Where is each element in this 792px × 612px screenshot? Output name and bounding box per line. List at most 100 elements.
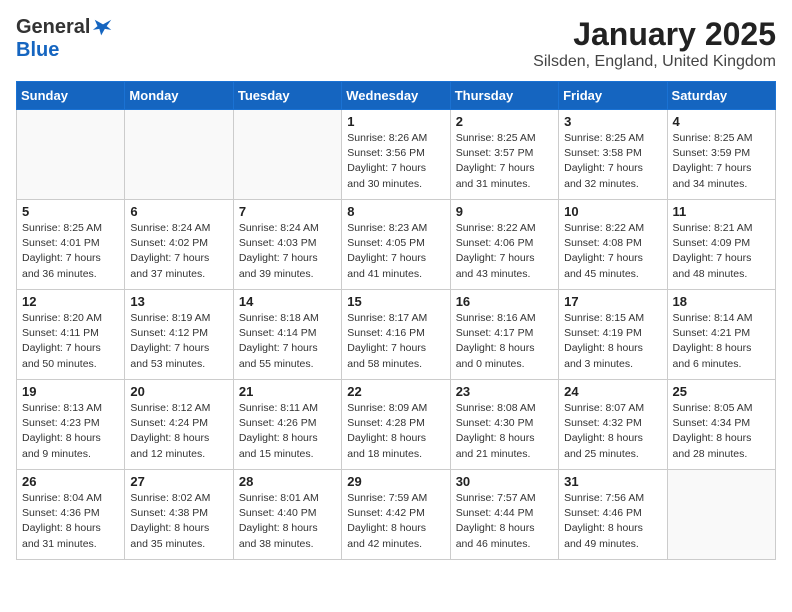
- calendar-cell: 19 Sunrise: 8:13 AMSunset: 4:23 PMDayligh…: [17, 380, 125, 470]
- calendar-cell: 9 Sunrise: 8:22 AMSunset: 4:06 PMDaylight…: [450, 200, 558, 290]
- calendar-cell: [667, 470, 775, 560]
- day-info: Sunrise: 7:57 AMSunset: 4:44 PMDaylight:…: [456, 491, 553, 552]
- day-info: Sunrise: 8:25 AMSunset: 3:57 PMDaylight:…: [456, 131, 553, 192]
- calendar-cell: 25Sunrise: 8:05 AMSunset: 4:34 PMDayligh…: [667, 380, 775, 470]
- calendar-cell: 10 Sunrise: 8:22 AMSunset: 4:08 PMDayligh…: [559, 200, 667, 290]
- calendar-cell: 29Sunrise: 7:59 AMSunset: 4:42 PMDayligh…: [342, 470, 450, 560]
- day-info: Sunrise: 8:09 AMSunset: 4:28 PMDaylight:…: [347, 401, 444, 462]
- day-number: 11: [673, 204, 770, 219]
- day-number: 16: [456, 294, 553, 309]
- logo-blue-text: Blue: [16, 39, 59, 61]
- calendar-cell: 16 Sunrise: 8:16 AMSunset: 4:17 PMDayligh…: [450, 290, 558, 380]
- calendar-cell: 3 Sunrise: 8:25 AMSunset: 3:58 PMDaylight…: [559, 110, 667, 200]
- calendar-cell: 17Sunrise: 8:15 AMSunset: 4:19 PMDayligh…: [559, 290, 667, 380]
- day-info: Sunrise: 8:15 AMSunset: 4:19 PMDaylight:…: [564, 311, 661, 372]
- weekday-header: Monday: [125, 82, 233, 110]
- calendar-cell: 2 Sunrise: 8:25 AMSunset: 3:57 PMDaylight…: [450, 110, 558, 200]
- day-number: 22: [347, 384, 444, 399]
- day-number: 26: [22, 474, 119, 489]
- calendar-table: SundayMondayTuesdayWednesdayThursdayFrid…: [16, 81, 776, 560]
- day-number: 8: [347, 204, 444, 219]
- day-info: Sunrise: 8:02 AMSunset: 4:38 PMDaylight:…: [130, 491, 227, 552]
- day-number: 6: [130, 204, 227, 219]
- calendar-cell: 4 Sunrise: 8:25 AMSunset: 3:59 PMDaylight…: [667, 110, 775, 200]
- day-number: 28: [239, 474, 336, 489]
- day-number: 14: [239, 294, 336, 309]
- day-info: Sunrise: 8:18 AMSunset: 4:14 PMDaylight:…: [239, 311, 336, 372]
- day-info: Sunrise: 8:22 AMSunset: 4:08 PMDaylight:…: [564, 221, 661, 282]
- calendar-cell: 6Sunrise: 8:24 AMSunset: 4:02 PMDaylight…: [125, 200, 233, 290]
- logo-bird-icon: [92, 17, 114, 39]
- calendar-week-row: 5 Sunrise: 8:25 AMSunset: 4:01 PMDaylight…: [17, 200, 776, 290]
- calendar-cell: 7 Sunrise: 8:24 AMSunset: 4:03 PMDaylight…: [233, 200, 341, 290]
- day-number: 7: [239, 204, 336, 219]
- calendar-week-row: 1 Sunrise: 8:26 AMSunset: 3:56 PMDaylight…: [17, 110, 776, 200]
- day-info: Sunrise: 8:05 AMSunset: 4:34 PMDaylight:…: [673, 401, 770, 462]
- weekday-header: Sunday: [17, 82, 125, 110]
- day-number: 5: [22, 204, 119, 219]
- day-info: Sunrise: 8:17 AMSunset: 4:16 PMDaylight:…: [347, 311, 444, 372]
- weekday-header: Saturday: [667, 82, 775, 110]
- day-info: Sunrise: 7:56 AMSunset: 4:46 PMDaylight:…: [564, 491, 661, 552]
- day-info: Sunrise: 8:26 AMSunset: 3:56 PMDaylight:…: [347, 131, 444, 192]
- day-number: 9: [456, 204, 553, 219]
- day-info: Sunrise: 8:22 AMSunset: 4:06 PMDaylight:…: [456, 221, 553, 282]
- calendar-cell: [233, 110, 341, 200]
- day-info: Sunrise: 8:13 AMSunset: 4:23 PMDaylight:…: [22, 401, 119, 462]
- calendar-cell: 28 Sunrise: 8:01 AMSunset: 4:40 PMDayligh…: [233, 470, 341, 560]
- page-header: General Blue January 2025 Silsden, Engla…: [16, 16, 776, 71]
- day-number: 18: [673, 294, 770, 309]
- calendar-cell: 14 Sunrise: 8:18 AMSunset: 4:14 PMDayligh…: [233, 290, 341, 380]
- calendar-cell: 1 Sunrise: 8:26 AMSunset: 3:56 PMDaylight…: [342, 110, 450, 200]
- calendar-cell: 27 Sunrise: 8:02 AMSunset: 4:38 PMDayligh…: [125, 470, 233, 560]
- day-number: 1: [347, 114, 444, 129]
- calendar-cell: [125, 110, 233, 200]
- day-number: 10: [564, 204, 661, 219]
- logo: General Blue: [16, 16, 114, 62]
- day-number: 4: [673, 114, 770, 129]
- calendar-cell: 8Sunrise: 8:23 AMSunset: 4:05 PMDaylight…: [342, 200, 450, 290]
- weekday-header: Thursday: [450, 82, 558, 110]
- calendar-cell: 13Sunrise: 8:19 AMSunset: 4:12 PMDayligh…: [125, 290, 233, 380]
- calendar-cell: 30 Sunrise: 7:57 AMSunset: 4:44 PMDayligh…: [450, 470, 558, 560]
- day-info: Sunrise: 8:11 AMSunset: 4:26 PMDaylight:…: [239, 401, 336, 462]
- day-number: 2: [456, 114, 553, 129]
- day-info: Sunrise: 8:08 AMSunset: 4:30 PMDaylight:…: [456, 401, 553, 462]
- day-number: 27: [130, 474, 227, 489]
- day-number: 15: [347, 294, 444, 309]
- calendar-cell: 21 Sunrise: 8:11 AMSunset: 4:26 PMDayligh…: [233, 380, 341, 470]
- calendar-cell: 24 Sunrise: 8:07 AMSunset: 4:32 PMDayligh…: [559, 380, 667, 470]
- month-title: January 2025: [533, 16, 776, 53]
- weekday-header: Wednesday: [342, 82, 450, 110]
- weekday-header: Tuesday: [233, 82, 341, 110]
- calendar-cell: 11 Sunrise: 8:21 AMSunset: 4:09 PMDayligh…: [667, 200, 775, 290]
- day-info: Sunrise: 8:07 AMSunset: 4:32 PMDaylight:…: [564, 401, 661, 462]
- day-info: Sunrise: 8:14 AMSunset: 4:21 PMDaylight:…: [673, 311, 770, 372]
- calendar-cell: 26Sunrise: 8:04 AMSunset: 4:36 PMDayligh…: [17, 470, 125, 560]
- day-info: Sunrise: 8:25 AMSunset: 3:58 PMDaylight:…: [564, 131, 661, 192]
- day-info: Sunrise: 8:21 AMSunset: 4:09 PMDaylight:…: [673, 221, 770, 282]
- day-info: Sunrise: 8:24 AMSunset: 4:03 PMDaylight:…: [239, 221, 336, 282]
- day-number: 30: [456, 474, 553, 489]
- day-number: 12: [22, 294, 119, 309]
- location-title: Silsden, England, United Kingdom: [533, 53, 776, 71]
- calendar-week-row: 12Sunrise: 8:20 AMSunset: 4:11 PMDayligh…: [17, 290, 776, 380]
- day-info: Sunrise: 7:59 AMSunset: 4:42 PMDaylight:…: [347, 491, 444, 552]
- weekday-header-row: SundayMondayTuesdayWednesdayThursdayFrid…: [17, 82, 776, 110]
- day-number: 21: [239, 384, 336, 399]
- day-number: 24: [564, 384, 661, 399]
- day-info: Sunrise: 8:16 AMSunset: 4:17 PMDaylight:…: [456, 311, 553, 372]
- calendar-cell: 20Sunrise: 8:12 AMSunset: 4:24 PMDayligh…: [125, 380, 233, 470]
- calendar-cell: 5 Sunrise: 8:25 AMSunset: 4:01 PMDaylight…: [17, 200, 125, 290]
- calendar-week-row: 19 Sunrise: 8:13 AMSunset: 4:23 PMDayligh…: [17, 380, 776, 470]
- day-info: Sunrise: 8:01 AMSunset: 4:40 PMDaylight:…: [239, 491, 336, 552]
- day-info: Sunrise: 8:25 AMSunset: 4:01 PMDaylight:…: [22, 221, 119, 282]
- day-info: Sunrise: 8:12 AMSunset: 4:24 PMDaylight:…: [130, 401, 227, 462]
- day-info: Sunrise: 8:25 AMSunset: 3:59 PMDaylight:…: [673, 131, 770, 192]
- day-number: 19: [22, 384, 119, 399]
- day-number: 3: [564, 114, 661, 129]
- calendar-cell: 31Sunrise: 7:56 AMSunset: 4:46 PMDayligh…: [559, 470, 667, 560]
- calendar-cell: 12Sunrise: 8:20 AMSunset: 4:11 PMDayligh…: [17, 290, 125, 380]
- day-info: Sunrise: 8:19 AMSunset: 4:12 PMDaylight:…: [130, 311, 227, 372]
- calendar-cell: [17, 110, 125, 200]
